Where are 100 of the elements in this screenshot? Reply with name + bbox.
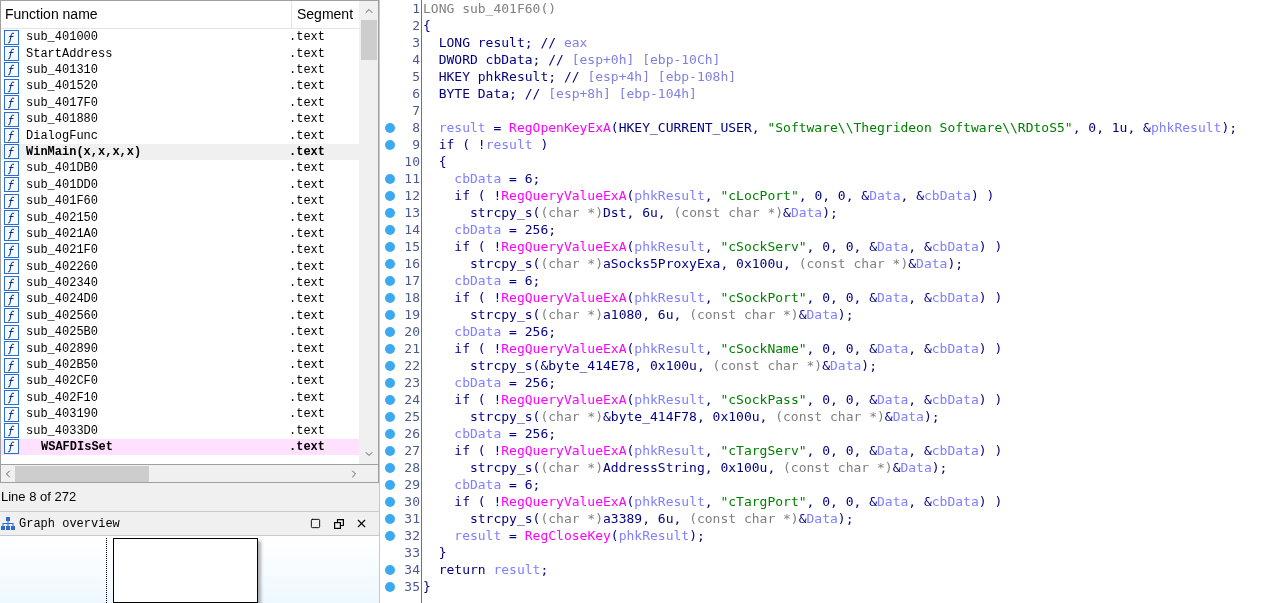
function-row[interactable]: sub_401DD0 .text — [1, 176, 359, 193]
code-line: cbData = 256; — [421, 425, 1267, 442]
segment-name: .text — [289, 176, 325, 194]
function-name: WSAFDIsSet — [40, 438, 114, 456]
function-row[interactable]: sub_402340 .text — [1, 274, 359, 292]
function-icon — [4, 226, 19, 242]
function-row[interactable]: DialogFunc .text — [1, 127, 359, 144]
function-name: sub_4033D0 — [25, 422, 99, 440]
line-number: 14 — [403, 221, 421, 238]
code-line: return result; — [421, 561, 1267, 578]
function-row[interactable]: sub_4033D0 .text — [1, 422, 359, 439]
function-row[interactable]: sub_401F60 .text — [1, 192, 359, 210]
function-row[interactable]: sub_4017F0 .text — [1, 94, 359, 111]
function-row[interactable]: sub_4024D0 .text — [1, 291, 359, 308]
line-number: 30 — [403, 493, 421, 510]
function-name: sub_401880 — [25, 111, 99, 129]
line-number: 9 — [411, 136, 421, 153]
function-row[interactable]: sub_402B50 .text — [1, 356, 359, 374]
line-number: 1 — [411, 0, 421, 17]
function-icon — [4, 390, 19, 406]
code-line: cbData = 256; — [421, 323, 1267, 340]
code-line: { — [421, 153, 1267, 170]
code-line: if ( !RegQueryValueExA(phkResult, "cLocPort", 0, 0, &Data, &cbData) ) — [421, 187, 1267, 204]
line-number: 18 — [403, 289, 421, 306]
scroll-thumb[interactable] — [360, 20, 377, 60]
segment-name: .text — [289, 78, 325, 96]
function-name: sub_401520 — [25, 78, 99, 96]
line-number: 15 — [403, 238, 421, 255]
code-line: LONG sub_401F60() — [421, 0, 1267, 17]
function-row[interactable]: sub_402260 .text — [1, 258, 359, 275]
function-row[interactable]: sub_402150 .text — [1, 209, 359, 226]
function-row[interactable]: sub_402890 .text — [1, 340, 359, 357]
code-line: LONG result; // eax — [421, 34, 1267, 51]
function-name: sub_4021F0 — [25, 242, 99, 260]
code-line: strcpy_s((char *)a3389, 6u, (const char *)&Data); — [421, 510, 1267, 527]
function-row[interactable]: sub_4021A0 .text — [1, 225, 359, 243]
code-line: } — [421, 544, 1267, 561]
code-line: result = RegCloseKey(phkResult); — [421, 527, 1267, 544]
function-name: sub_402260 — [25, 258, 99, 276]
scroll-thumb[interactable] — [15, 465, 149, 482]
line-number: 5 — [411, 68, 421, 85]
function-name: sub_4024D0 — [25, 291, 99, 309]
line-number: 24 — [403, 391, 421, 408]
segment-name: .text — [289, 193, 325, 211]
function-row[interactable]: sub_402560 .text — [1, 307, 359, 325]
vertical-scrollbar[interactable] — [359, 1, 378, 464]
status-text: Line 8 of 272 — [1, 488, 77, 507]
function-row[interactable]: sub_401520 .text — [1, 78, 359, 95]
function-name: sub_4021A0 — [25, 225, 99, 243]
function-name: sub_403190 — [25, 406, 99, 424]
function-row[interactable]: sub_401DB0 .text — [1, 160, 359, 177]
function-name: DialogFunc — [25, 127, 99, 145]
function-row[interactable]: sub_403190 .text — [1, 406, 359, 423]
tree-diagram-icon — [1, 517, 15, 530]
function-name: sub_4025B0 — [25, 324, 99, 342]
function-row[interactable]: WinMain(x,x,x,x) .text — [1, 143, 359, 161]
function-name: sub_402F10 — [25, 389, 99, 407]
panel-title: Graph overview — [19, 515, 121, 533]
segment-name: .text — [289, 94, 325, 112]
line-number: 7 — [411, 102, 421, 119]
function-row[interactable]: sub_401310 .text — [1, 61, 359, 79]
function-icon — [4, 144, 19, 160]
function-icon — [4, 308, 19, 324]
segment-name: .text — [289, 29, 325, 47]
code-line: HKEY phkResult; // [esp+4h] [ebp-108h] — [421, 68, 1267, 85]
code-line: strcpy_s((char *)&byte_414F78, 0x100u, (const char *)&Data); — [421, 408, 1267, 425]
line-number: 25 — [403, 408, 421, 425]
function-row[interactable]: WSAFDIsSet .text — [1, 438, 359, 456]
function-name: sub_401DB0 — [25, 160, 99, 178]
code-line: cbData = 256; — [421, 374, 1267, 391]
function-name: sub_401310 — [25, 62, 99, 79]
function-name: sub_402B50 — [25, 357, 99, 374]
segment-name: .text — [289, 143, 325, 161]
horizontal-scrollbar[interactable] — [0, 465, 379, 483]
function-icon — [4, 406, 19, 422]
function-row[interactable]: sub_4021F0 .text — [1, 242, 359, 259]
line-number: 28 — [403, 459, 421, 476]
code-line: strcpy_s((char *)a1080, 6u, (const char *)&Data); — [421, 306, 1267, 323]
function-row[interactable]: sub_401000 .text — [1, 29, 359, 46]
function-row[interactable]: StartAddress .text — [1, 45, 359, 62]
column-header[interactable]: Function name — [1, 1, 292, 28]
segment-name: .text — [289, 324, 325, 342]
function-icon — [4, 78, 19, 94]
segment-name: .text — [289, 422, 325, 440]
segment-name: .text — [289, 307, 325, 325]
function-icon — [4, 275, 19, 291]
code-line: if ( !RegQueryValueExA(phkResult, "cSockServ", 0, 0, &Data, &cbData) ) — [421, 238, 1267, 255]
line-number: 34 — [403, 561, 421, 578]
function-row[interactable]: sub_402F10 .text — [1, 389, 359, 406]
line-number: 26 — [403, 425, 421, 442]
function-row[interactable]: sub_401880 .text — [1, 110, 359, 128]
segment-name: .text — [289, 438, 325, 456]
function-name: sub_402560 — [25, 307, 99, 325]
function-row[interactable]: sub_402CF0 .text — [1, 373, 359, 390]
column-header[interactable]: Segment — [292, 1, 354, 28]
code-line: cbData = 6; — [421, 170, 1267, 187]
code-line: cbData = 6; — [421, 476, 1267, 493]
code-line: DWORD cbData; // [esp+0h] [ebp-10Ch] — [421, 51, 1267, 68]
function-row[interactable]: sub_4025B0 .text — [1, 324, 359, 341]
line-number: 19 — [403, 306, 421, 323]
